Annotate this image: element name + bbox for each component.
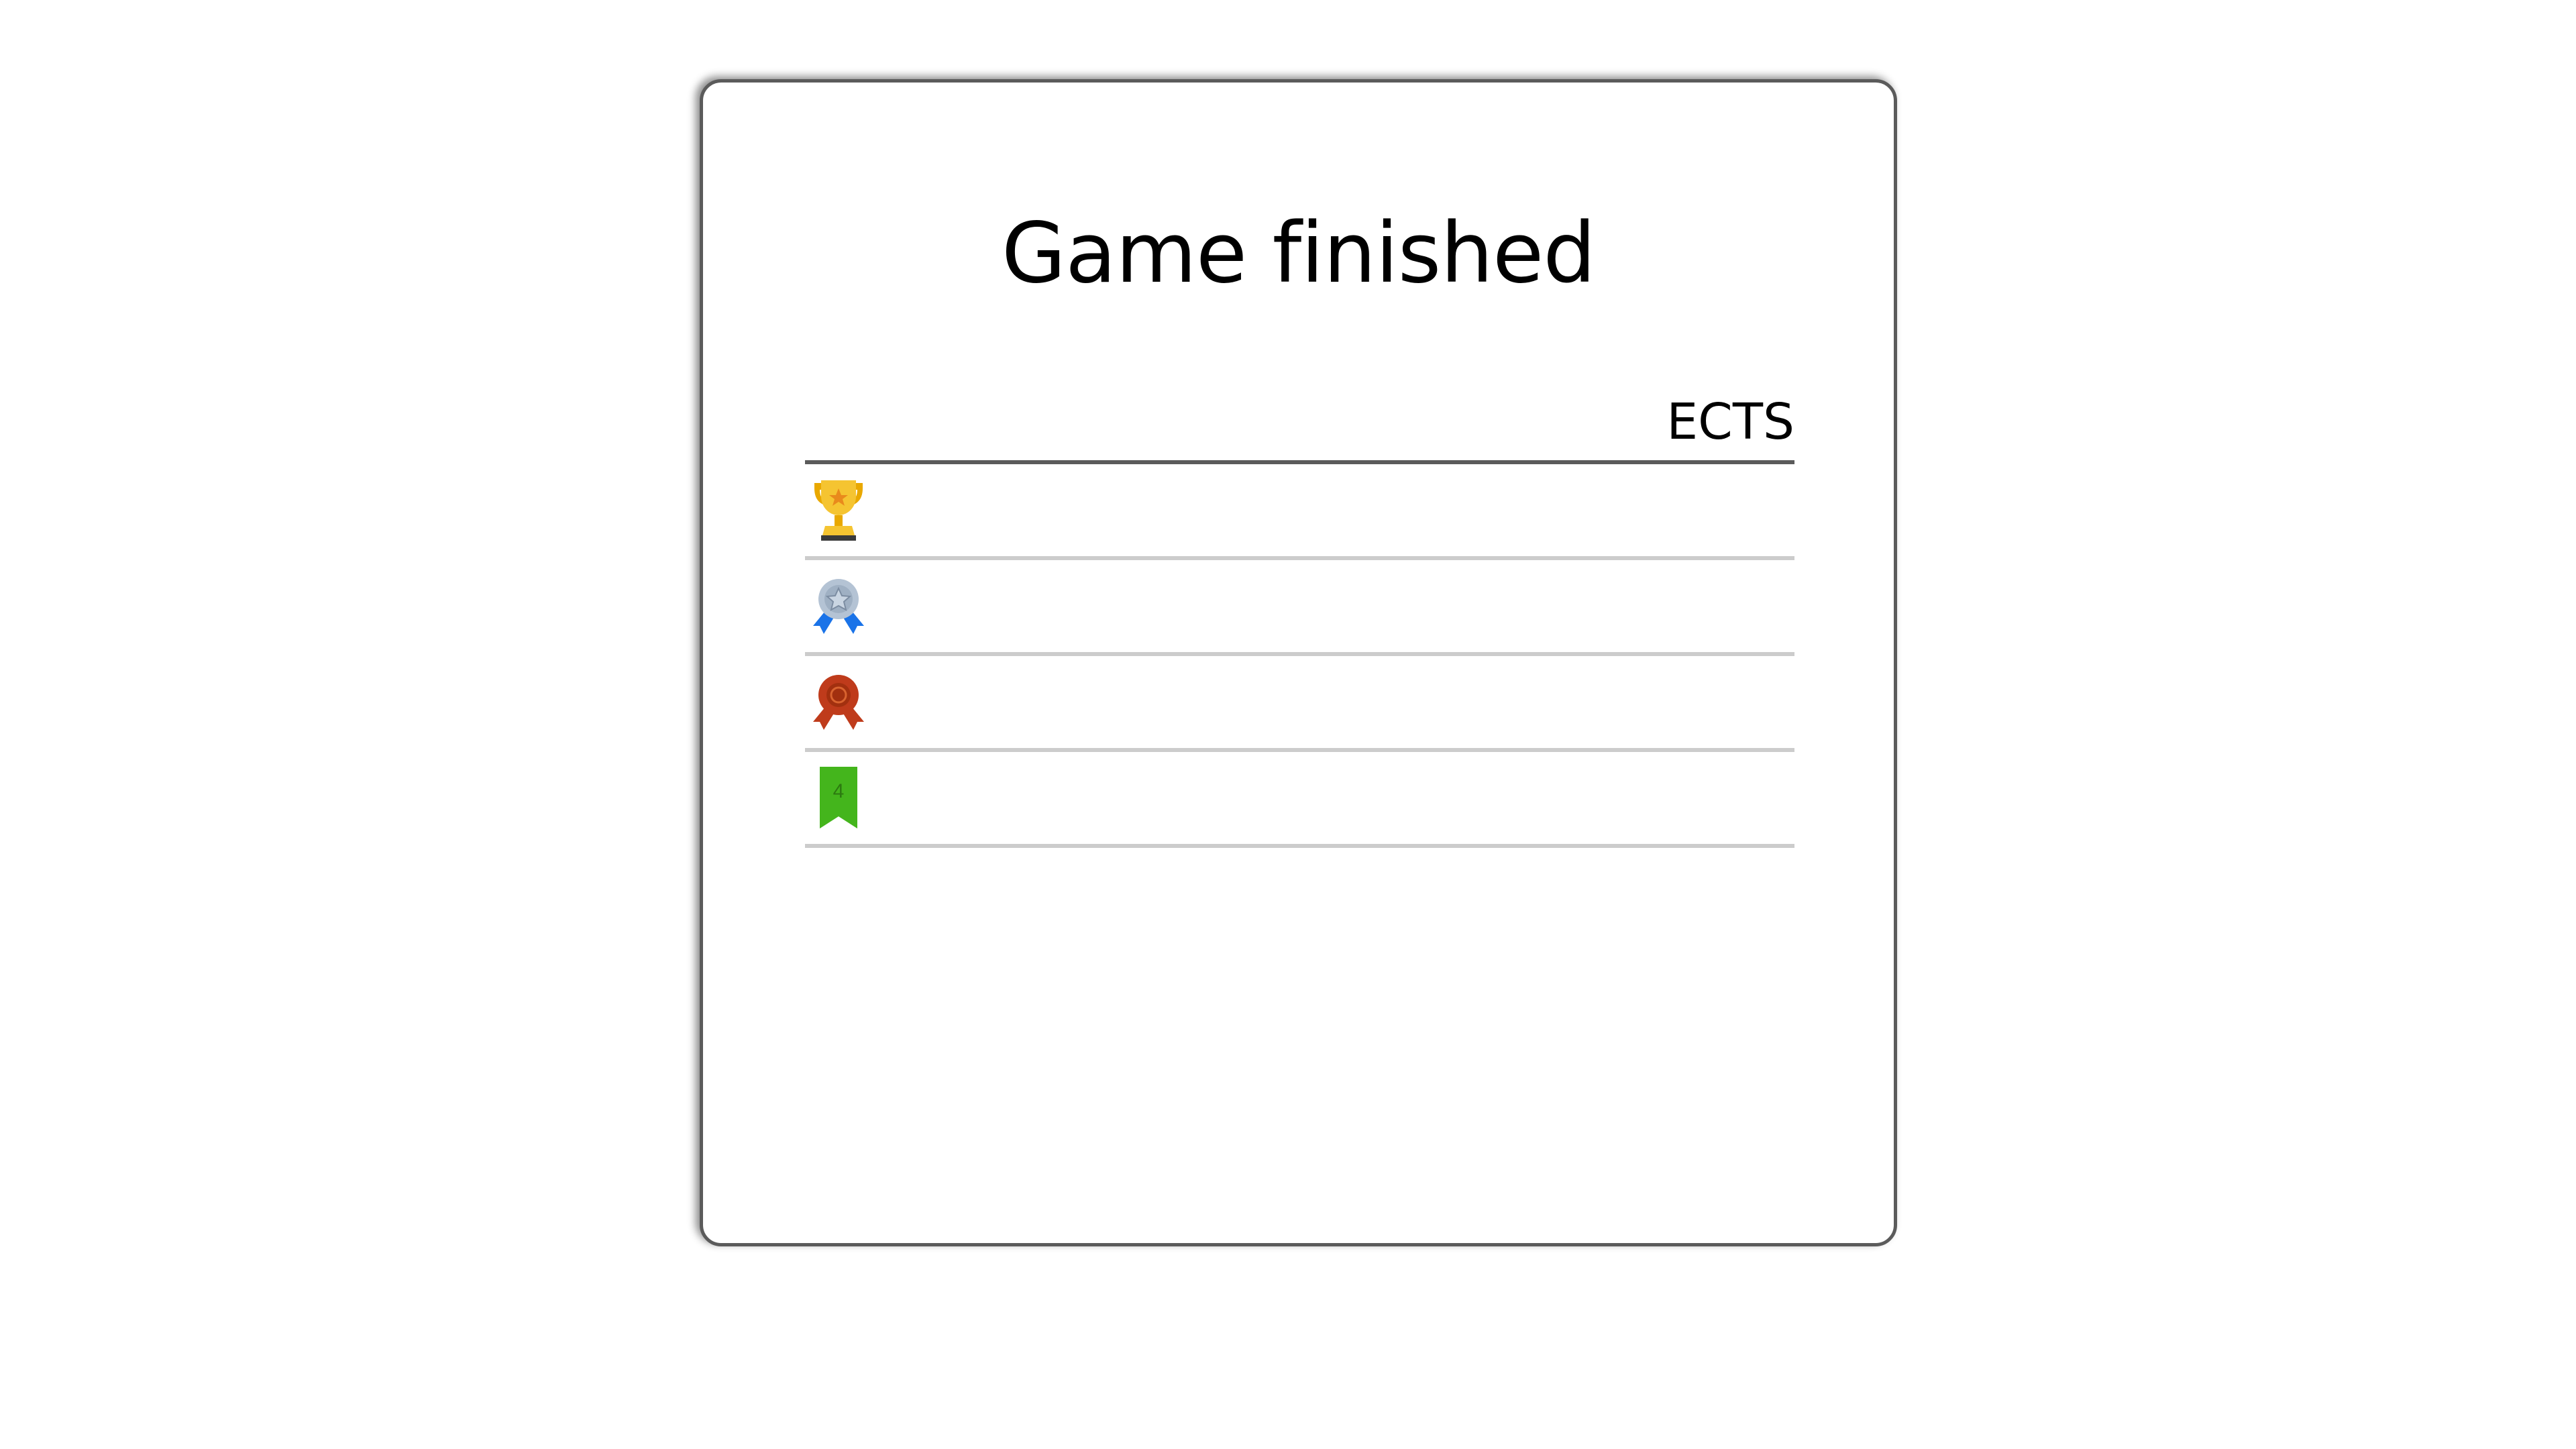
bronze-medal-icon (805, 668, 872, 735)
silver-medal-icon (805, 572, 872, 639)
table-row (805, 656, 1794, 752)
table-row (805, 560, 1794, 656)
ribbon-rank-label: 4 (833, 780, 845, 802)
column-header-ects: ECTS (1666, 393, 1794, 451)
table-row: 4 (805, 752, 1794, 848)
gold-trophy-icon (805, 476, 872, 543)
dialog-title: Game finished (1002, 205, 1596, 302)
ranking-table: ECTS 4 (805, 378, 1794, 848)
green-ribbon-icon: 4 (805, 764, 872, 831)
game-finished-dialog: Game finished ECTS 4 (700, 79, 1897, 1246)
table-header: ECTS (805, 378, 1794, 464)
table-row (805, 464, 1794, 560)
